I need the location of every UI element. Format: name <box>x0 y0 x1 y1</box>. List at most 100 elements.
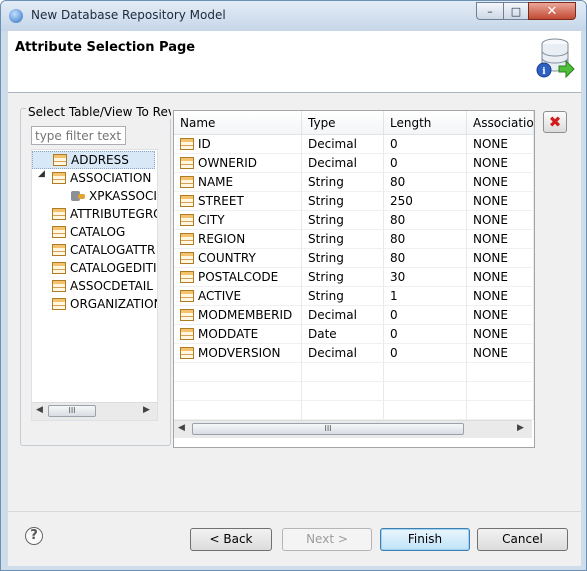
column-header-type[interactable]: Type <box>302 111 384 135</box>
column-icon <box>180 290 194 302</box>
help-icon[interactable]: ? <box>25 527 43 545</box>
table-row[interactable] <box>174 363 534 382</box>
tree-item-label: CATALOGATTR <box>70 243 156 257</box>
column-header-length[interactable]: Length <box>384 111 467 135</box>
association-cell: NONE <box>467 192 534 211</box>
tree-item-label: ATTRIBUTEGRO <box>70 207 158 221</box>
name-cell: MODMEMBERID <box>174 306 302 325</box>
tree-item-attributegro[interactable]: ATTRIBUTEGRO <box>52 205 158 223</box>
cancel-button[interactable]: Cancel <box>477 528 568 551</box>
attribute-table[interactable]: Name Type Length Association IDDecimal0N… <box>173 110 535 448</box>
scrollbar-thumb[interactable]: III <box>48 405 96 417</box>
table-icon <box>52 280 66 292</box>
type-cell: Date <box>302 325 384 344</box>
type-cell: Decimal <box>302 306 384 325</box>
tree-item-catalogediti[interactable]: CATALOGEDITI <box>52 259 157 277</box>
cell-text: NAME <box>198 174 234 189</box>
type-cell: Decimal <box>302 154 384 173</box>
length-cell: 0 <box>384 344 467 363</box>
tree-item-label: ADDRESS <box>71 153 129 167</box>
table-row[interactable]: OWNERID Decimal 0 NONE <box>174 154 534 173</box>
tree-item-catalog[interactable]: CATALOG <box>52 223 125 241</box>
length-cell: 0 <box>384 154 467 173</box>
association-cell: NONE <box>467 154 534 173</box>
app-logo-icon <box>9 9 23 23</box>
scroll-left-icon[interactable]: ◀ <box>178 423 185 433</box>
table-icon <box>52 244 66 256</box>
tree-horizontal-scrollbar[interactable]: ◀ III ▶ <box>32 402 157 420</box>
scroll-right-icon[interactable]: ▶ <box>143 405 150 415</box>
table-row[interactable]: ID Decimal 0 NONE <box>174 135 534 154</box>
back-button[interactable]: < Back <box>190 528 272 551</box>
type-cell: String <box>302 173 384 192</box>
table-row[interactable]: MODDATE Date 0 NONE <box>174 325 534 344</box>
name-cell <box>174 363 302 382</box>
cell-text: STREET <box>198 193 244 208</box>
length-cell: 250 <box>384 192 467 211</box>
type-cell: String <box>302 249 384 268</box>
table-row[interactable]: MODMEMBERID Decimal 0 NONE <box>174 306 534 325</box>
finish-button[interactable]: Finish <box>380 528 470 551</box>
tree-item-label: XPKASSOCI <box>89 189 157 203</box>
length-cell: 30 <box>384 268 467 287</box>
cell-text: MODDATE <box>198 326 259 341</box>
table-tree[interactable]: ADDRESS ◢ ASSOCIATION XPKASSOCI ATTRIBUT… <box>31 149 158 421</box>
table-row[interactable]: NAME String 80 NONE <box>174 173 534 192</box>
group-label: Select Table/View To Revi <box>26 105 171 119</box>
table-row[interactable]: ACTIVE String 1 NONE <box>174 287 534 306</box>
table-horizontal-scrollbar[interactable]: ◀ III ▶ <box>174 420 532 438</box>
association-cell: NONE <box>467 344 534 363</box>
cell-text: OWNERID <box>198 155 257 170</box>
name-cell <box>174 401 302 420</box>
type-cell <box>302 382 384 401</box>
collapse-icon[interactable]: ◢ <box>38 169 45 179</box>
table-row[interactable] <box>174 382 534 401</box>
name-cell: MODDATE <box>174 325 302 344</box>
table-row[interactable]: CITY String 80 NONE <box>174 211 534 230</box>
association-cell: NONE <box>467 325 534 344</box>
page-title: Attribute Selection Page <box>15 40 196 55</box>
tree-item-label: ASSOCDETAIL <box>70 279 153 293</box>
table-row[interactable]: REGION String 80 NONE <box>174 230 534 249</box>
column-header-name[interactable]: Name <box>174 111 302 135</box>
scroll-right-icon[interactable]: ▶ <box>517 423 524 433</box>
length-cell: 0 <box>384 325 467 344</box>
tree-item-xpkassoci[interactable]: XPKASSOCI <box>71 187 157 205</box>
association-cell <box>467 363 534 382</box>
tree-item-assocdetail[interactable]: ASSOCDETAIL <box>52 277 153 295</box>
next-button[interactable]: Next > <box>282 528 372 551</box>
maximize-button[interactable]: □ <box>503 2 529 20</box>
name-cell: CITY <box>174 211 302 230</box>
tree-item-organization[interactable]: ORGANIZATION <box>52 295 157 313</box>
table-row[interactable]: COUNTRY String 80 NONE <box>174 249 534 268</box>
scroll-left-icon[interactable]: ◀ <box>36 405 43 415</box>
type-cell <box>302 401 384 420</box>
table-row[interactable]: POSTALCODE String 30 NONE <box>174 268 534 287</box>
close-button[interactable]: ✕ <box>528 2 576 20</box>
association-cell: NONE <box>467 173 534 192</box>
table-row[interactable]: STREET String 250 NONE <box>174 192 534 211</box>
length-cell: 80 <box>384 249 467 268</box>
filter-input[interactable] <box>31 126 126 145</box>
association-cell: NONE <box>467 230 534 249</box>
type-cell <box>302 363 384 382</box>
length-cell: 0 <box>384 135 467 154</box>
length-cell: 80 <box>384 211 467 230</box>
svg-text:i: i <box>542 67 546 77</box>
minimize-button[interactable]: – <box>476 2 504 20</box>
table-row[interactable]: MODVERSION Decimal 0 NONE <box>174 344 534 363</box>
tree-item-association[interactable]: ASSOCIATION <box>52 169 151 187</box>
scrollbar-thumb[interactable]: III <box>192 423 464 435</box>
association-cell: NONE <box>467 268 534 287</box>
name-cell: ACTIVE <box>174 287 302 306</box>
column-header-association[interactable]: Association <box>467 111 534 135</box>
column-icon <box>180 214 194 226</box>
cell-text: MODVERSION <box>198 345 281 360</box>
title-bar[interactable]: New Database Repository Model – □ ✕ <box>1 1 586 31</box>
tree-item-address[interactable]: ADDRESS <box>32 151 155 169</box>
tree-item-catalogattr[interactable]: CATALOGATTR <box>52 241 155 259</box>
column-icon <box>180 157 194 169</box>
remove-button[interactable]: ✖ <box>543 111 567 133</box>
table-row[interactable] <box>174 401 534 420</box>
tree-item-label: CATALOGEDITI <box>70 261 157 275</box>
